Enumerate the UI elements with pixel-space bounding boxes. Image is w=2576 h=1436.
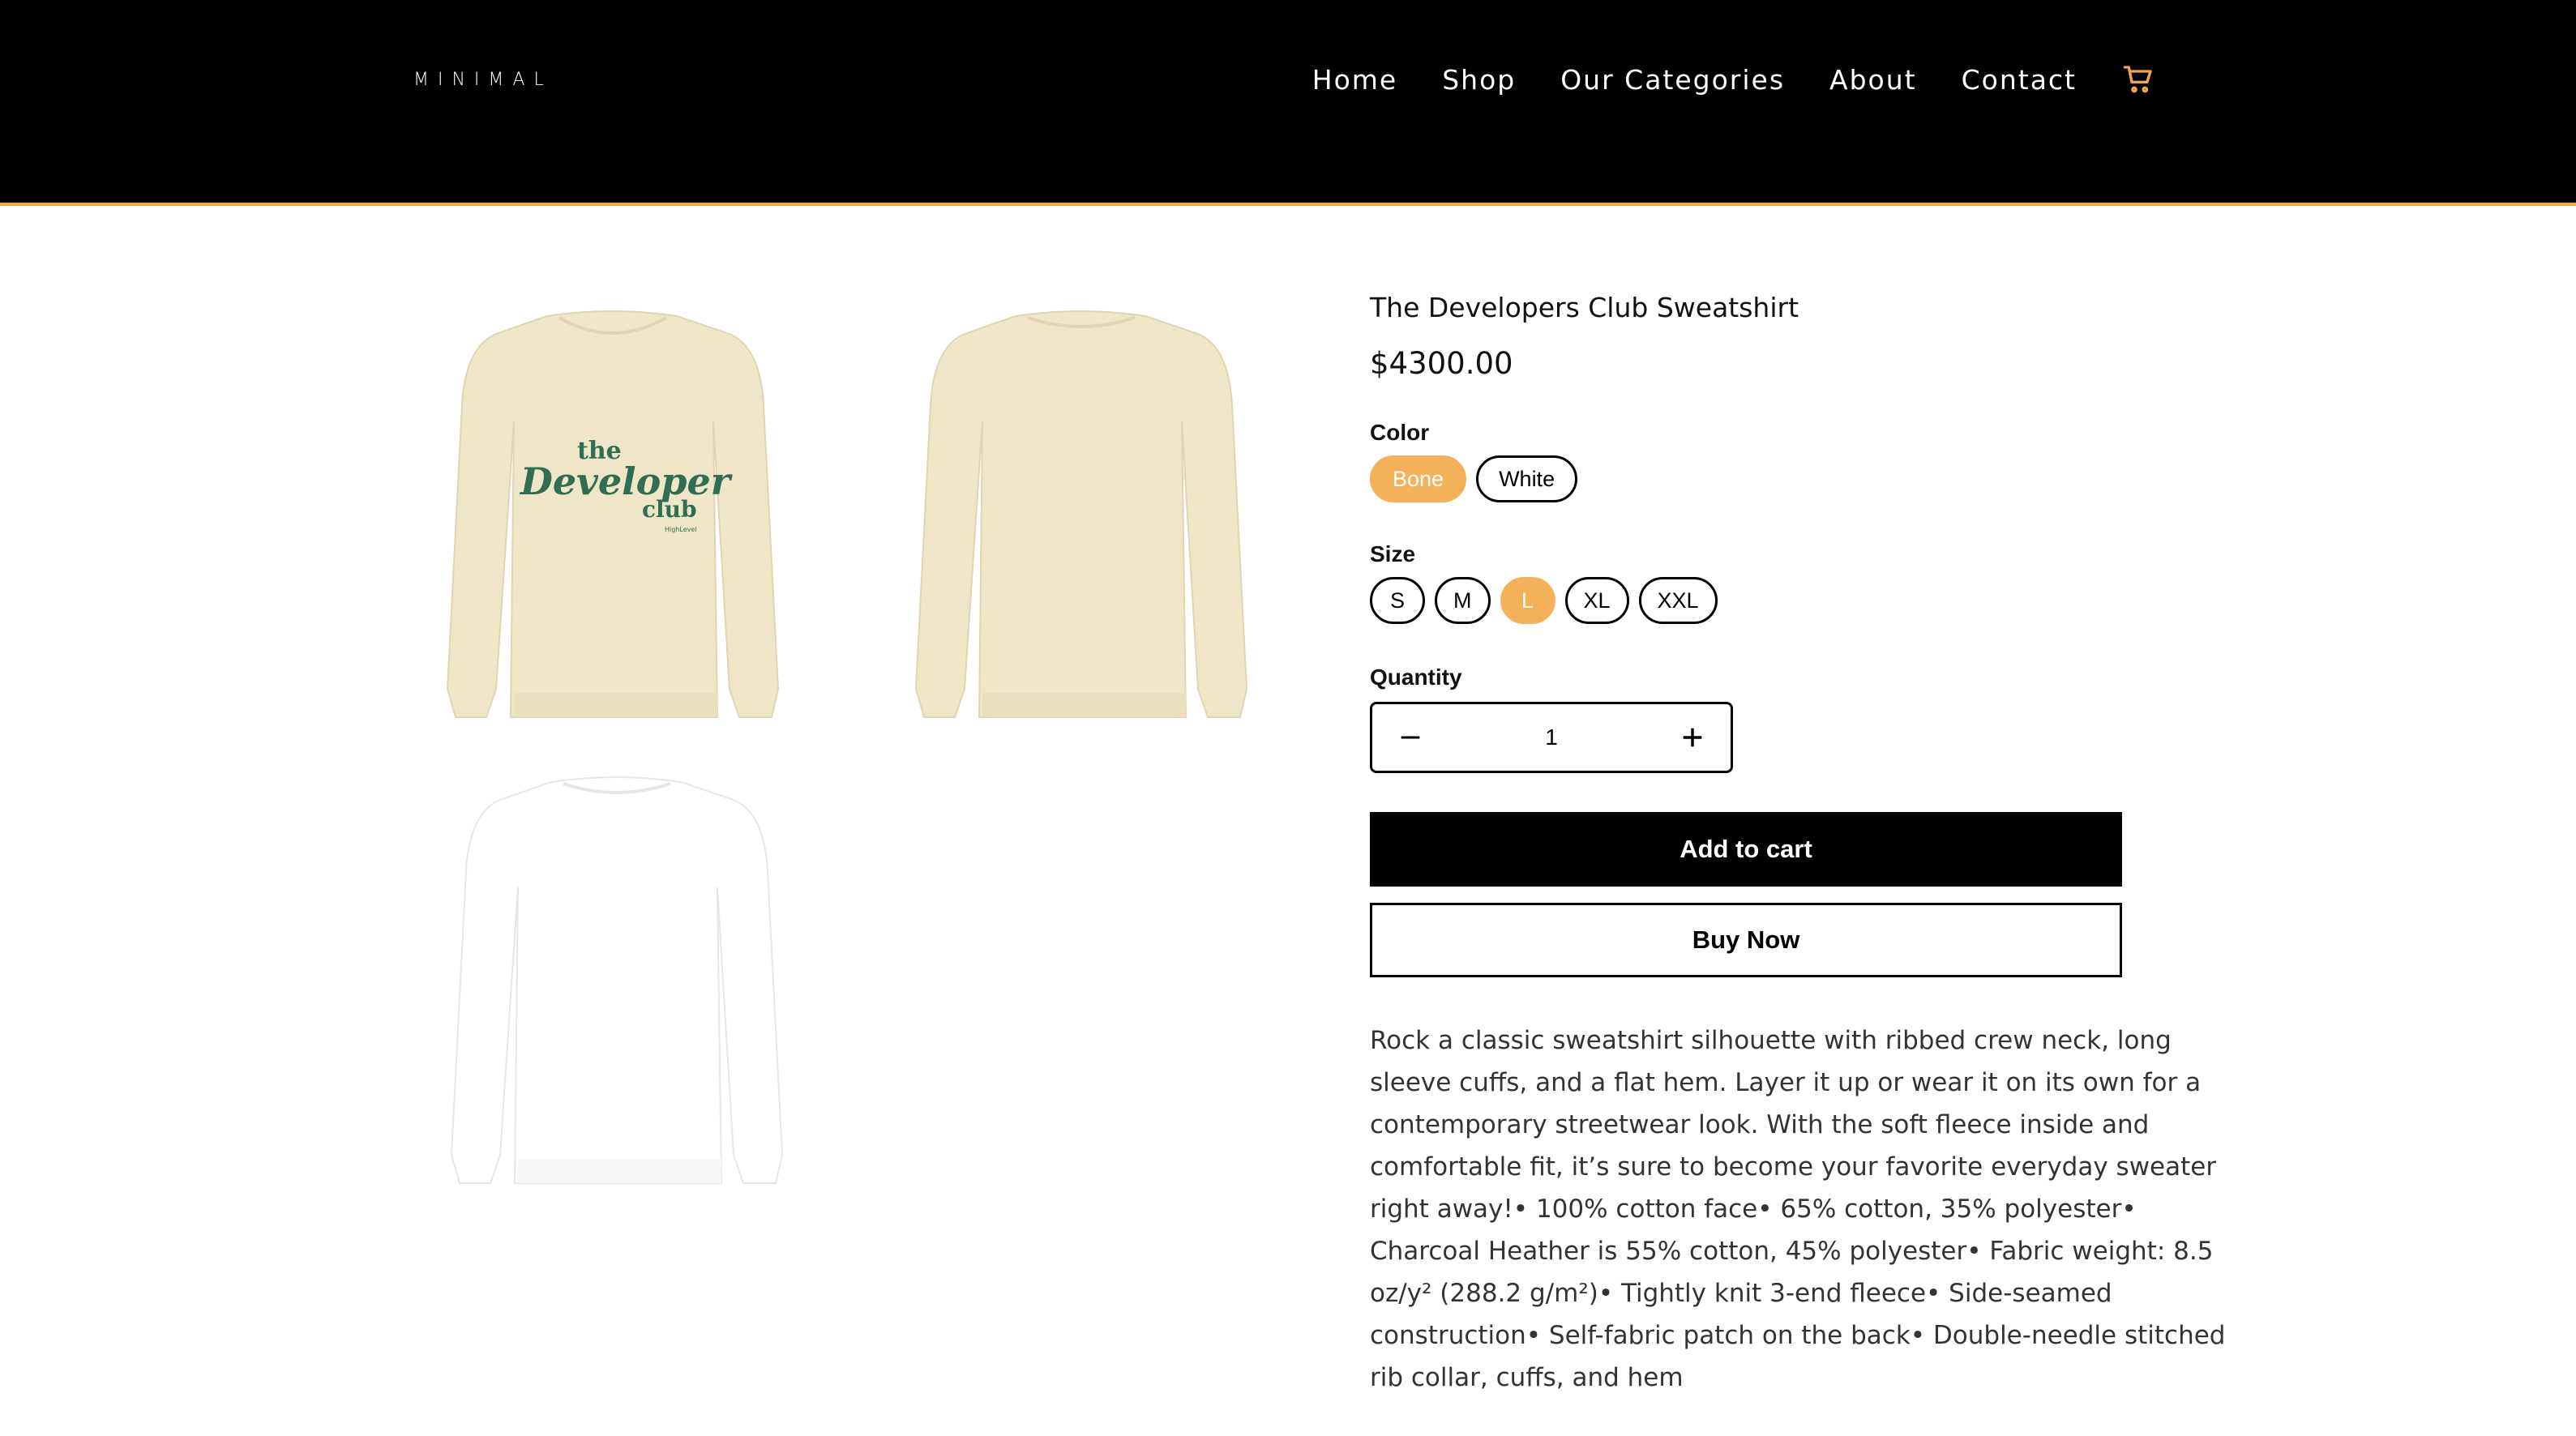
plus-icon[interactable] bbox=[1679, 724, 1706, 751]
site-logo[interactable]: MINIMAL bbox=[413, 70, 553, 90]
quantity-stepper bbox=[1370, 702, 1733, 773]
product-image-back-bone[interactable] bbox=[906, 308, 1255, 746]
buy-now-button[interactable]: Buy Now bbox=[1370, 903, 2122, 977]
minus-icon[interactable] bbox=[1397, 724, 1424, 751]
nav-about[interactable]: About bbox=[1829, 64, 1917, 96]
print-tag: HighLevel bbox=[665, 526, 697, 533]
print-club: club bbox=[642, 496, 697, 523]
print-developer: Developer bbox=[519, 459, 734, 503]
site-header: MINIMAL Home Shop Our Categories About C… bbox=[0, 0, 2576, 206]
color-option-white[interactable]: White bbox=[1476, 455, 1578, 502]
color-options: Bone White bbox=[1370, 455, 2237, 502]
shopping-cart-icon[interactable] bbox=[2122, 63, 2155, 96]
size-option-m[interactable]: M bbox=[1435, 577, 1491, 624]
size-option-s[interactable]: S bbox=[1370, 577, 1425, 624]
product-info: The Developers Club Sweatshirt $4300.00 … bbox=[1370, 292, 2237, 1424]
size-option-l[interactable]: L bbox=[1500, 577, 1555, 624]
size-options: S M L XL XXL bbox=[1370, 577, 2237, 624]
product-image-front-bone[interactable]: the Developer club HighLevel bbox=[438, 308, 786, 746]
color-option-bone[interactable]: Bone bbox=[1370, 455, 1467, 502]
size-option-xxl[interactable]: XXL bbox=[1638, 577, 1718, 624]
product-description: Rock a classic sweatshirt silhouette wit… bbox=[1370, 1026, 2226, 1392]
quantity-input[interactable] bbox=[1517, 724, 1585, 751]
product-title: The Developers Club Sweatshirt bbox=[1370, 292, 1799, 323]
nav-our-categories[interactable]: Our Categories bbox=[1560, 64, 1785, 96]
product-price: $4300.00 bbox=[1370, 346, 1513, 381]
size-option-xl[interactable]: XL bbox=[1564, 577, 1629, 624]
nav-contact[interactable]: Contact bbox=[1962, 64, 2077, 96]
add-to-cart-button[interactable]: Add to cart bbox=[1370, 812, 2122, 887]
quantity-label: Quantity bbox=[1370, 665, 1462, 690]
product-image-back-white[interactable] bbox=[442, 774, 790, 1212]
nav-home[interactable]: Home bbox=[1312, 64, 1397, 96]
color-label: Color bbox=[1370, 420, 1430, 445]
nav-shop[interactable]: Shop bbox=[1442, 64, 1516, 96]
main-nav: Home Shop Our Categories About Contact bbox=[1268, 63, 2155, 96]
size-label: Size bbox=[1370, 541, 1416, 566]
